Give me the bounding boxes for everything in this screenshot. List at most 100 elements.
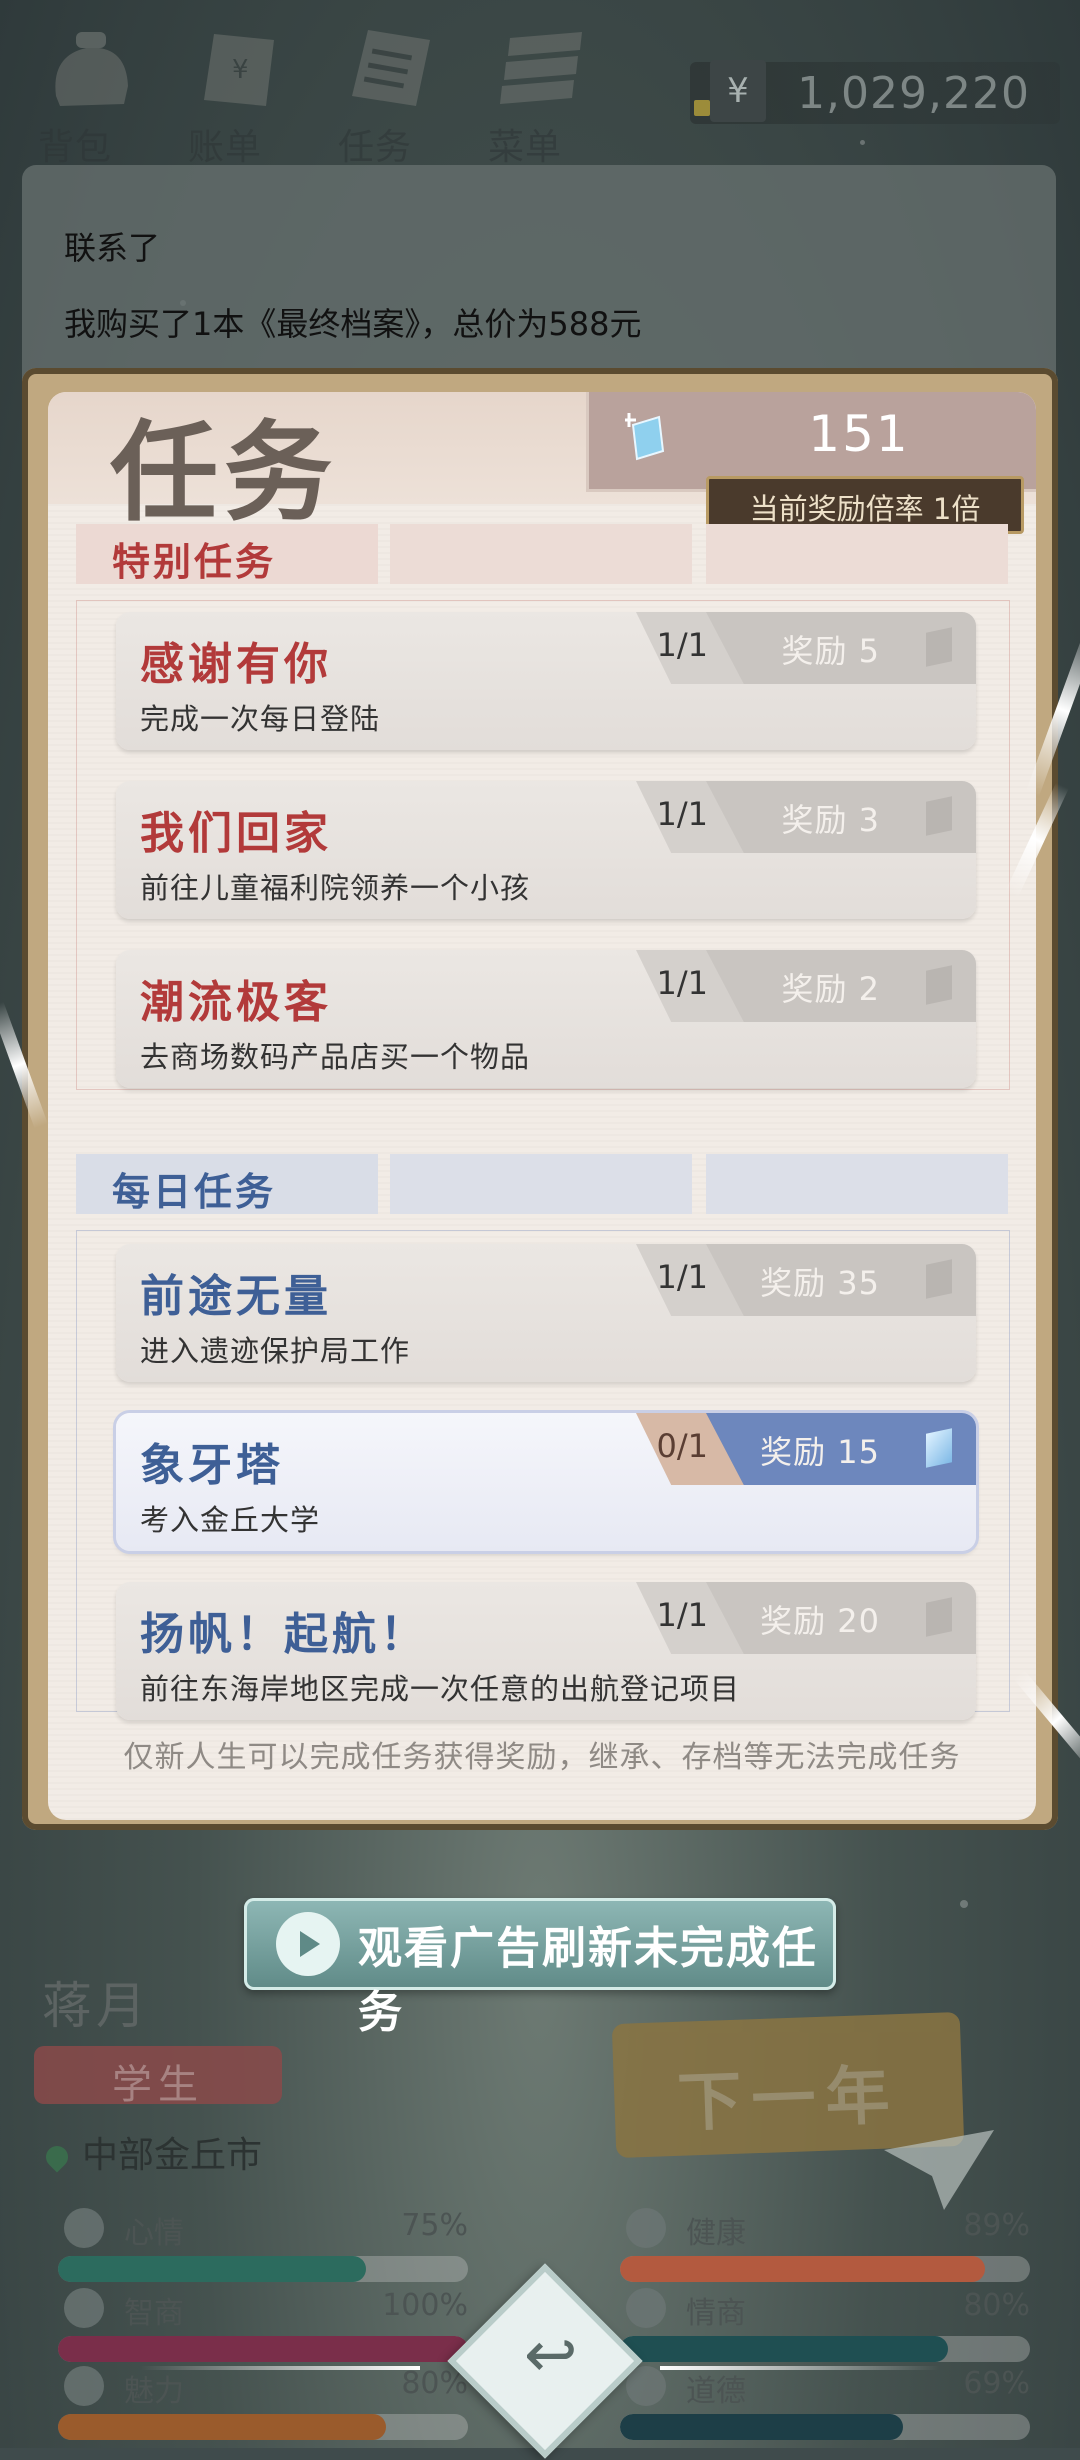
stat-value: 80% — [963, 2288, 1030, 2323]
stat-health: 健康 89% — [600, 2208, 1030, 2288]
divider — [140, 2366, 420, 2370]
bill-button[interactable]: ¥ 账单 — [176, 20, 296, 168]
gem-icon — [926, 796, 952, 836]
task-card[interactable]: 潮流极客 去商场数码产品店买一个物品 1/1 奖励 2 — [116, 950, 976, 1088]
menu-icon — [500, 32, 582, 104]
task-title: 前途无量 — [140, 1271, 332, 1322]
stat-value: 75% — [401, 2208, 468, 2243]
watch-ad-refresh-button[interactable]: 观看广告刷新未完成任务 — [244, 1898, 836, 2038]
stat-value: 69% — [963, 2366, 1030, 2401]
location: 中部金丘市 — [41, 2126, 263, 2178]
task-card[interactable]: 我们回家 前往儿童福利院领养一个小孩 1/1 奖励 3 — [116, 781, 976, 919]
stat-label: 情商 — [686, 2296, 746, 2331]
stat-iq: 智商 100% — [38, 2288, 468, 2368]
bill-label: 账单 — [188, 127, 263, 168]
play-ad-icon — [276, 1912, 340, 1976]
stat-bar-fill — [58, 2336, 468, 2362]
task-card[interactable]: 扬帆！起航！ 前往东海岸地区完成一次任意的出航登记项目 1/1 奖励 20 — [116, 1582, 976, 1720]
stat-charm: 魅力 80% — [38, 2366, 468, 2446]
apple-icon — [626, 2288, 666, 2328]
stat-bar-fill — [620, 2414, 903, 2440]
task-reward: 奖励 5 — [781, 632, 880, 670]
task-progress: 1/1 — [656, 1258, 709, 1296]
return-arrow-icon: ↩ — [523, 2318, 578, 2393]
special-section-title: 特别任务 — [112, 540, 277, 584]
gem-icon — [926, 1428, 952, 1468]
money-value: 1,029,220 — [797, 68, 1030, 119]
gem-count: 151 — [808, 405, 910, 463]
location-label: 中部金丘市 — [82, 2135, 263, 2176]
task-desc: 去商场数码产品店买一个物品 — [140, 1040, 531, 1074]
backpack-button[interactable]: 背包 — [26, 20, 146, 168]
stat-value: 89% — [963, 2208, 1030, 2243]
heart-icon — [626, 2208, 666, 2248]
stat-bar-fill — [58, 2256, 366, 2282]
tab-placeholder — [706, 1154, 1008, 1214]
stat-value: 100% — [382, 2288, 468, 2323]
task-desc: 考入金丘大学 — [140, 1503, 321, 1537]
log-line: 联系了 — [64, 229, 161, 267]
task-desc: 前往东海岸地区完成一次任意的出航登记项目 — [140, 1672, 741, 1706]
task-reward: 奖励 15 — [760, 1433, 880, 1471]
task-title: 扬帆！起航！ — [140, 1609, 428, 1660]
task-progress: 1/1 — [656, 626, 709, 664]
task-title: 感谢有你 — [140, 639, 332, 690]
task-reward: 奖励 2 — [781, 970, 880, 1008]
task-icon — [352, 30, 430, 106]
task-modal: 任务 151 当前奖励倍率 1倍 特别任务 感谢有你 完成一次每日登陆 1/1 … — [48, 392, 1036, 1820]
task-reward: 奖励 20 — [760, 1602, 880, 1640]
task-card[interactable]: 感谢有你 完成一次每日登陆 1/1 奖励 5 — [116, 612, 976, 750]
stat-mood: 心情 75% — [38, 2208, 468, 2288]
menu-button[interactable]: 菜单 — [476, 20, 596, 168]
stat-label: 道德 — [686, 2374, 746, 2409]
mood-icon — [64, 2208, 104, 2248]
backpack-icon — [55, 32, 128, 106]
stat-bar-fill — [58, 2414, 386, 2440]
modal-title: 任务 — [110, 411, 339, 536]
gem-icon — [926, 1259, 952, 1299]
tab-special-tasks: 特别任务 — [76, 524, 378, 584]
tab-placeholder — [390, 524, 692, 584]
menu-label: 菜单 — [488, 127, 563, 168]
tab-daily-tasks: 每日任务 — [76, 1154, 378, 1214]
gem-icon — [625, 413, 665, 461]
tab-placeholder — [390, 1154, 692, 1214]
gem-icon — [926, 627, 952, 667]
brain-icon — [64, 2288, 104, 2328]
location-pin-icon — [41, 2141, 73, 2173]
stat-bar-fill — [620, 2336, 948, 2362]
daily-section-title: 每日任务 — [112, 1170, 277, 1214]
divider — [660, 2366, 940, 2370]
task-card[interactable]: 前途无量 进入遗迹保护局工作 1/1 奖励 35 — [116, 1244, 976, 1382]
task-desc: 完成一次每日登陆 — [140, 702, 381, 736]
task-title: 象牙塔 — [140, 1440, 284, 1491]
character-name: 蒋月 — [42, 1977, 150, 2035]
scale-icon — [626, 2366, 666, 2406]
paper-plane-icon — [884, 2130, 994, 2210]
task-footnote: 仅新人生可以完成任务获得奖励，继承、存档等无法完成任务 — [123, 1740, 961, 1775]
task-label: 任务 — [338, 127, 413, 168]
gem-icon — [926, 965, 952, 1005]
role-label: 学生 — [112, 2062, 204, 2108]
svg-text:¥: ¥ — [232, 55, 249, 85]
stat-label: 智商 — [124, 2296, 184, 2331]
star-icon — [64, 2366, 104, 2406]
task-reward: 奖励 35 — [760, 1264, 880, 1302]
gem-icon — [926, 1597, 952, 1637]
stat-label: 魅力 — [124, 2374, 184, 2409]
stat-label: 健康 — [686, 2216, 746, 2251]
yen-icon: ¥ — [710, 60, 766, 122]
stat-bar-fill — [620, 2256, 985, 2282]
stat-morality: 道德 69% — [600, 2366, 1030, 2446]
task-progress: 0/1 — [656, 1427, 709, 1465]
top-bar: 背包 ¥ 账单 任务 菜单 ¥ 1,029,220 — [0, 0, 1080, 168]
task-title: 我们回家 — [140, 808, 332, 859]
task-desc: 进入遗迹保护局工作 — [140, 1334, 411, 1368]
backpack-label: 背包 — [38, 127, 113, 168]
stat-label: 心情 — [124, 2216, 184, 2251]
task-progress: 1/1 — [656, 1596, 709, 1634]
task-title: 潮流极客 — [140, 977, 332, 1028]
task-progress: 1/1 — [656, 964, 709, 1002]
task-button[interactable]: 任务 — [326, 20, 446, 168]
task-card-active[interactable]: 象牙塔 考入金丘大学 0/1 奖励 15 — [116, 1413, 976, 1551]
